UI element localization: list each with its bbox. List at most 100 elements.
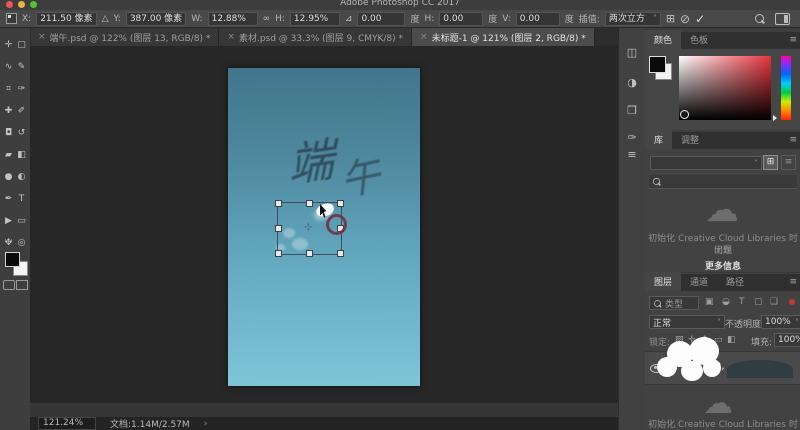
panel-menu-icon[interactable]: ≡ xyxy=(789,277,797,287)
fg-color-swatch[interactable] xyxy=(649,56,666,73)
commit-transform-icon[interactable]: ✓ xyxy=(695,12,705,26)
opacity-select[interactable]: 100% ˅ xyxy=(761,315,800,329)
x-label: X: xyxy=(22,13,32,24)
library-select[interactable]: ˅ xyxy=(650,156,762,170)
zoom-tool[interactable]: ◎ xyxy=(15,232,28,254)
transform-handle[interactable] xyxy=(275,225,282,232)
tab-sucai-psd[interactable]: × 素材.psd @ 33.3% (图层 9, CMYK/8) * xyxy=(219,28,413,46)
layer-thumbnail[interactable] xyxy=(727,360,793,378)
filter-toggle-icon[interactable] xyxy=(789,299,795,305)
brush-panel-icon[interactable]: ✑ xyxy=(619,131,645,144)
filter-adjustment-icon[interactable]: ◒ xyxy=(722,297,730,307)
status-arrow-icon[interactable]: › xyxy=(204,419,208,429)
transform-handle[interactable] xyxy=(337,200,344,207)
tab-channels[interactable]: 通道 xyxy=(681,272,717,291)
color-panel-body xyxy=(645,49,800,130)
tab-swatches[interactable]: 色板 xyxy=(681,30,717,49)
clone-stamp-tool[interactable]: ◘ xyxy=(2,122,15,144)
vskew-input[interactable]: 0.00 xyxy=(515,11,560,26)
adjustments-panel-icon[interactable]: ◑ xyxy=(619,76,645,89)
close-icon[interactable]: × xyxy=(420,32,428,42)
move-tool[interactable]: ✛ xyxy=(2,34,15,56)
tab-libraries[interactable]: 库 xyxy=(645,130,673,149)
reference-point-marker[interactable]: ⊹ xyxy=(304,222,312,233)
transform-handle[interactable] xyxy=(306,200,313,207)
history-panel-icon[interactable]: ◫ xyxy=(619,46,645,59)
dodge-tool[interactable]: ◐ xyxy=(15,166,28,188)
quick-select-tool[interactable]: ✎ xyxy=(15,56,28,78)
more-info-button[interactable]: 更多信息 xyxy=(645,259,800,272)
cancel-transform-icon[interactable]: ⊘ xyxy=(680,12,690,26)
transform-handle[interactable] xyxy=(275,250,282,257)
tab-layers[interactable]: 图层 xyxy=(645,272,682,291)
transform-handle[interactable] xyxy=(337,250,344,257)
filter-smart-object-icon[interactable]: ❏ xyxy=(770,297,778,307)
blend-mode-select[interactable]: 正常 ˅ xyxy=(649,315,725,329)
reference-point-icon[interactable] xyxy=(6,13,17,24)
tab-adjustments[interactable]: 调整 xyxy=(672,130,708,149)
history-brush-tool[interactable]: ↺ xyxy=(15,122,28,144)
x-input[interactable]: 211.50 像素 xyxy=(36,11,97,26)
transform-handle[interactable] xyxy=(306,250,313,257)
quick-mask-icon[interactable] xyxy=(3,280,15,290)
tab-duanwu-psd[interactable]: × 端午.psd @ 122% (图层 13, RGB/8) * xyxy=(30,28,220,46)
filter-pixel-icon[interactable]: ▣ xyxy=(705,297,714,307)
panel-menu-icon[interactable]: ≡ xyxy=(789,135,797,145)
warp-mode-icon[interactable]: ⊞ xyxy=(666,12,675,25)
close-icon[interactable]: × xyxy=(227,32,235,42)
lock-all-icon[interactable]: ◧ xyxy=(727,335,736,345)
chevron-down-icon: ˅ xyxy=(652,13,657,23)
properties-panel-icon[interactable]: ≡ xyxy=(619,148,645,161)
color-saturation-field[interactable] xyxy=(679,56,771,120)
eyedropper-tool[interactable]: ✑ xyxy=(15,78,28,100)
layer-filter-select[interactable]: 类型 xyxy=(649,296,699,310)
tab-color[interactable]: 颜色 xyxy=(645,30,682,49)
search-icon[interactable] xyxy=(755,14,764,23)
shape-tool[interactable]: ▭ xyxy=(15,210,28,232)
y-input[interactable]: 387.00 像素 xyxy=(125,11,187,26)
healing-brush-tool[interactable]: ✚ xyxy=(2,100,15,122)
filter-shape-icon[interactable]: ▢ xyxy=(754,297,763,307)
color-picker-marker[interactable] xyxy=(680,110,689,119)
screen-mode-icon[interactable] xyxy=(16,280,28,290)
color-panel-header: 颜色 色板 ≡ xyxy=(645,30,800,49)
workspace-icon[interactable] xyxy=(775,12,790,25)
more-tools-icon[interactable]: ⋯ xyxy=(4,236,13,246)
clone-source-panel-icon[interactable]: ❐ xyxy=(619,104,645,117)
list-view-button[interactable]: ≡ xyxy=(781,155,796,170)
pen-tool[interactable]: ✒ xyxy=(2,188,15,210)
path-select-tool[interactable]: ▶ xyxy=(2,210,15,232)
panel-menu-icon[interactable]: ≡ xyxy=(789,35,797,45)
angle-input[interactable]: 0.00 xyxy=(357,11,406,26)
eraser-tool[interactable]: ▰ xyxy=(2,144,15,166)
hskew-input[interactable]: 0.00 xyxy=(439,11,484,26)
close-icon[interactable]: × xyxy=(38,32,46,42)
brush-tool[interactable]: ✐ xyxy=(15,100,28,122)
hue-slider[interactable] xyxy=(781,56,791,120)
height-input[interactable]: 12.95% xyxy=(289,11,340,26)
fill-select[interactable]: 100%˅ xyxy=(774,333,800,347)
grid-view-button[interactable]: ⊞ xyxy=(763,155,778,170)
transform-handle[interactable] xyxy=(275,200,282,207)
foreground-color-swatch[interactable] xyxy=(5,252,20,267)
filter-type-icon[interactable]: T xyxy=(739,297,745,307)
fill-label: 填充: xyxy=(751,338,773,348)
blur-tool[interactable]: ● xyxy=(2,166,15,188)
crop-tool[interactable]: ⌗ xyxy=(2,78,15,100)
document-canvas[interactable]: 端 午 ⊹ xyxy=(228,68,420,386)
hue-arrow-icon xyxy=(773,115,777,121)
library-search-input[interactable] xyxy=(649,175,797,189)
type-tool[interactable]: T xyxy=(15,188,28,210)
gradient-tool[interactable]: ◧ xyxy=(15,144,28,166)
angle-unit: 度 xyxy=(410,15,420,25)
link-dimensions-icon[interactable]: ∞ xyxy=(263,14,271,24)
lasso-tool[interactable]: ∿ xyxy=(2,56,15,78)
tab-paths[interactable]: 路径 xyxy=(717,272,753,291)
interpolation-select[interactable]: 两次立方 ˅ xyxy=(604,11,661,26)
marquee-tool[interactable]: ▢ xyxy=(15,34,28,56)
zoom-level-field[interactable]: 121.24% xyxy=(38,417,96,430)
tab-untitled-1[interactable]: × 未标题-1 @ 121% (图层 2, RGB/8) * xyxy=(412,28,595,46)
width-input[interactable]: 12.88% xyxy=(207,11,258,26)
delta-icon[interactable]: △ xyxy=(102,14,109,24)
layers-error-text: 初始化 Creative Cloud Libraries 时出现 xyxy=(648,420,798,430)
